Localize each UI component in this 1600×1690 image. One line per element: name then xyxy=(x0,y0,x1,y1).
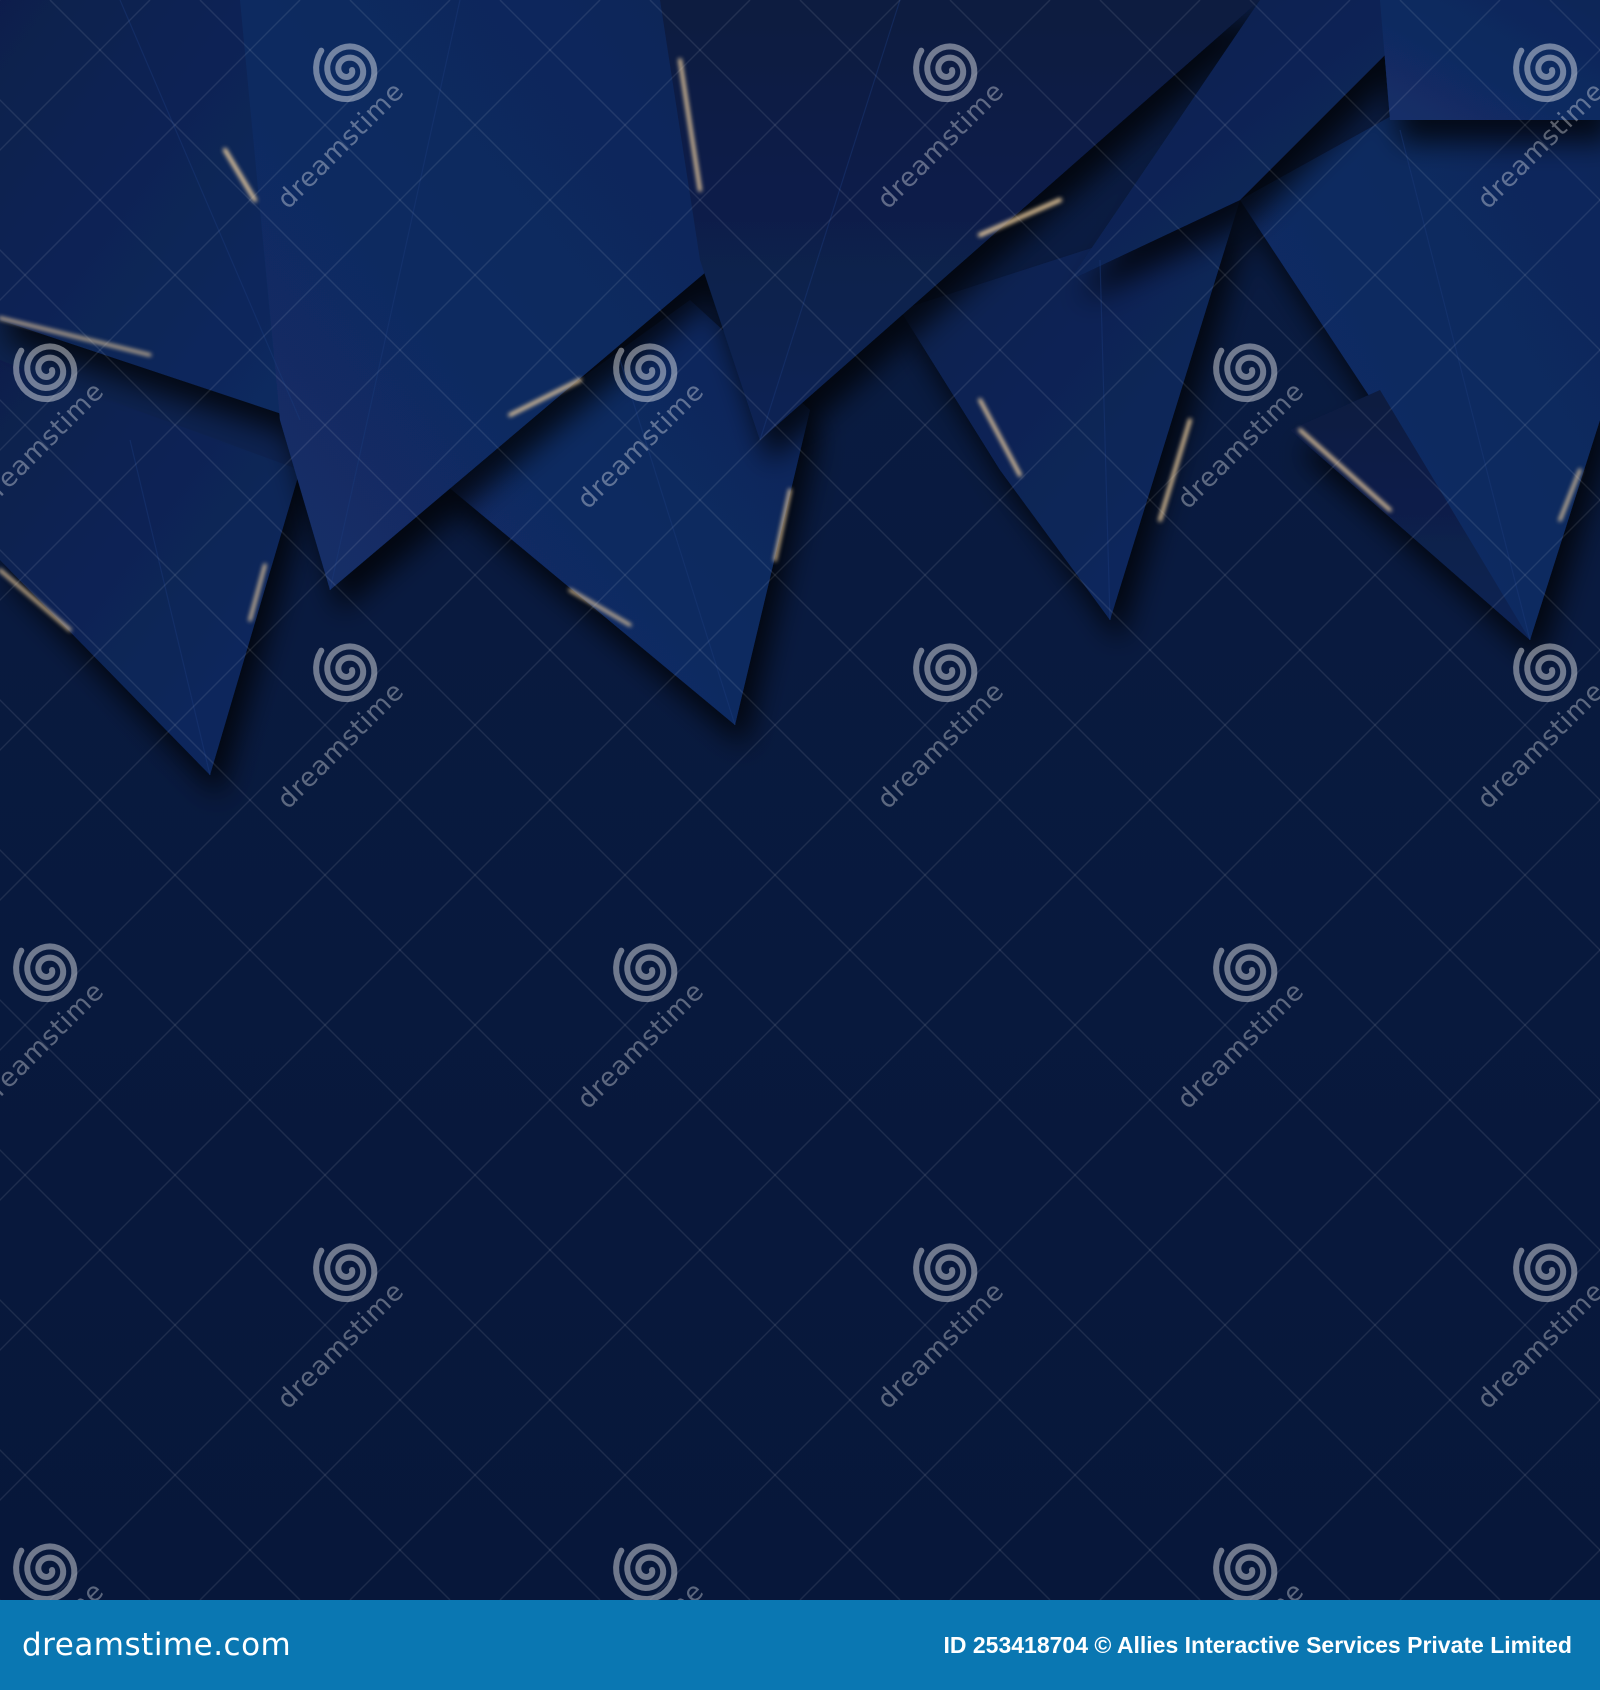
stock-image: dreamstime dreamstime dreamstime dreamstime… xyxy=(0,0,1600,1690)
footer-bar: dreamstime.com ID 253418704 © Allies Int… xyxy=(0,1600,1600,1690)
footer-brand-text[interactable]: dreamstime.com xyxy=(22,1627,291,1663)
footer-credit-text: ID 253418704 © Allies Interactive Servic… xyxy=(943,1631,1572,1658)
dark-blue-polygon-artwork: dreamstime dreamstime dreamstimedreamstime… xyxy=(0,0,1600,1600)
